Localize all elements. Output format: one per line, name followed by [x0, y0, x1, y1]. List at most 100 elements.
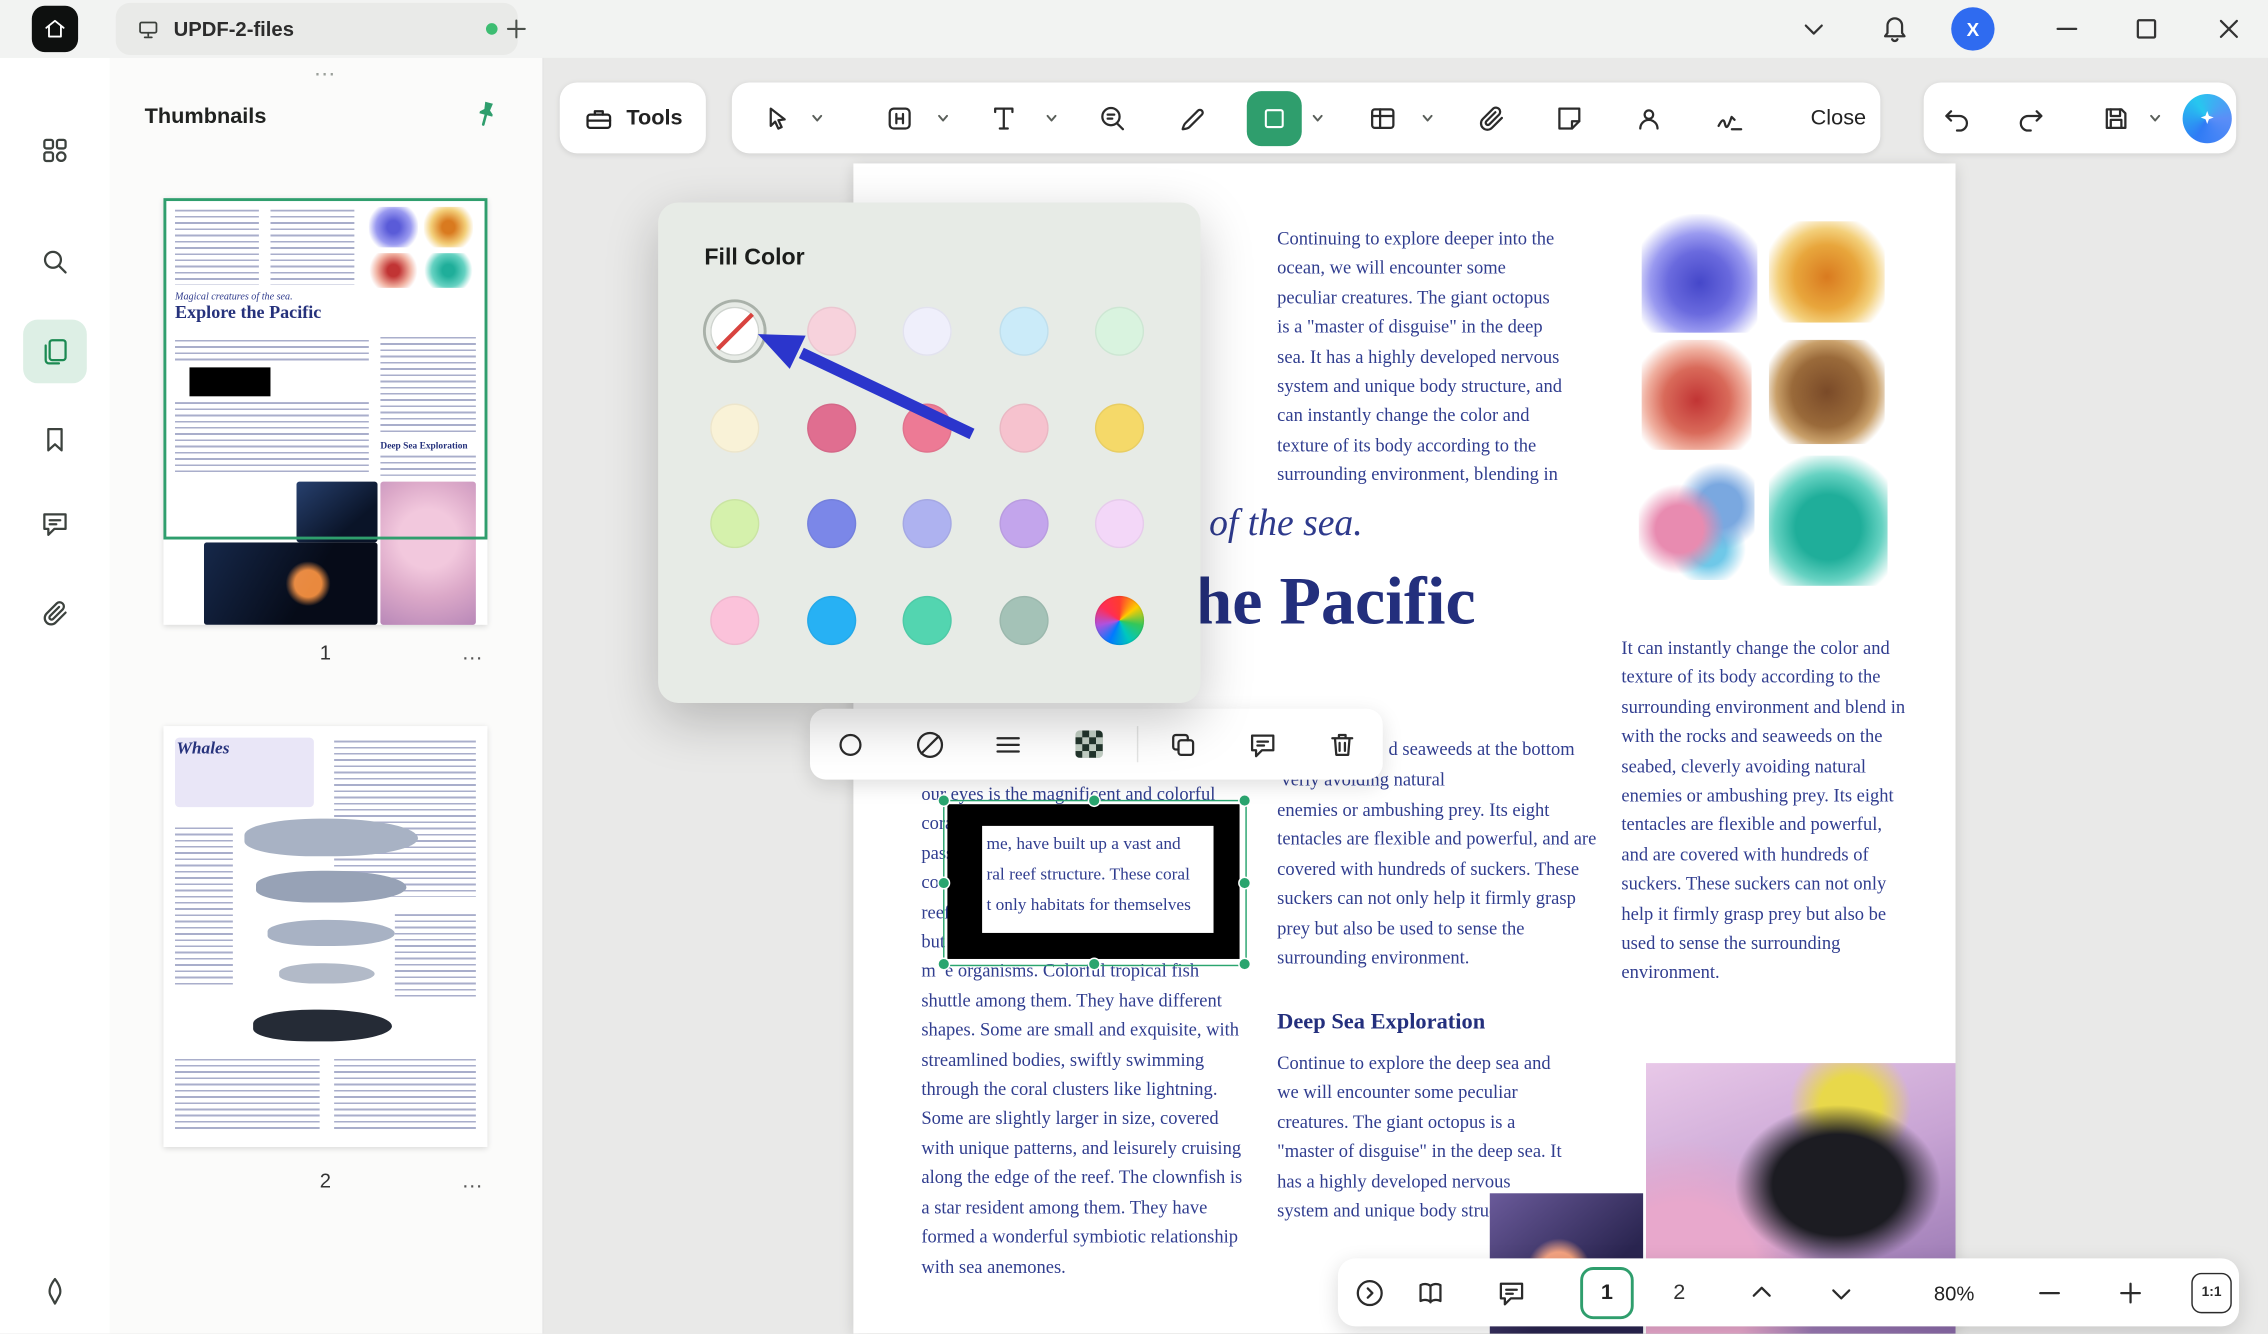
border-width-button[interactable]: [992, 709, 1024, 780]
signature-icon: [1714, 102, 1746, 134]
black-rectangle-shape[interactable]: me, have built up a vast and ral reef st…: [947, 804, 1239, 959]
tool-pen-annotate[interactable]: [1177, 82, 1209, 153]
sidebar-item-comments[interactable]: [23, 492, 87, 556]
resize-handle[interactable]: [1238, 877, 1251, 890]
swatch-rainbow[interactable]: [1095, 595, 1144, 644]
unsaved-dot: [486, 23, 498, 35]
resize-handle[interactable]: [1238, 794, 1251, 807]
tool-attachment[interactable]: [1475, 82, 1507, 153]
border-color-button[interactable]: [835, 709, 867, 780]
notifications-bell-icon[interactable]: [1879, 13, 1911, 45]
swatch-hot-pink[interactable]: [710, 595, 759, 644]
close-window-button[interactable]: [2213, 13, 2245, 45]
tool-table[interactable]: [1367, 82, 1399, 153]
swatch-mint[interactable]: [903, 595, 952, 644]
tool-sticker[interactable]: [1553, 82, 1585, 153]
sidebar-item-search[interactable]: [23, 230, 87, 294]
resize-handle[interactable]: [1088, 958, 1101, 971]
redo-button[interactable]: [2015, 82, 2047, 153]
next-page-number[interactable]: 2: [1673, 1258, 1685, 1326]
thumb-text-placeholder: [175, 827, 233, 986]
resize-handle[interactable]: [937, 958, 950, 971]
tool-shape-dropdown[interactable]: [1310, 82, 1326, 153]
zoom-in-button[interactable]: [2115, 1258, 2147, 1326]
add-comment-button[interactable]: [1247, 709, 1279, 780]
resize-handle[interactable]: [1088, 794, 1101, 807]
previous-page-button[interactable]: [1746, 1258, 1778, 1326]
selected-rectangle-annotation[interactable]: me, have built up a vast and ral reef st…: [943, 800, 1247, 966]
swatch-light-pink[interactable]: [806, 307, 855, 356]
next-page-button[interactable]: [1825, 1258, 1857, 1326]
page-number-2[interactable]: 2: [163, 1169, 487, 1192]
maximize-button[interactable]: [2131, 13, 2163, 45]
tool-text[interactable]: [988, 82, 1020, 153]
tool-edit[interactable]: [884, 82, 916, 153]
ai-assistant-button[interactable]: [2183, 82, 2232, 153]
page-number-1[interactable]: 1: [163, 641, 487, 664]
swatch-yellow-green[interactable]: [710, 499, 759, 548]
swatch-light-green[interactable]: [1095, 307, 1144, 356]
new-tab-button[interactable]: [502, 14, 531, 43]
tools-menu-button[interactable]: Tools: [560, 82, 706, 153]
swatch-cream[interactable]: [710, 403, 759, 452]
tool-select[interactable]: [761, 82, 793, 153]
tool-edit-dropdown[interactable]: [935, 82, 951, 153]
swatch-light-violet[interactable]: [1095, 499, 1144, 548]
tool-table-dropdown[interactable]: [1420, 82, 1436, 153]
delete-button[interactable]: [1326, 709, 1358, 780]
swatch-blue[interactable]: [806, 595, 855, 644]
actual-size-button[interactable]: 1:1: [2191, 1258, 2231, 1326]
save-button[interactable]: [2100, 82, 2132, 153]
sidebar-item-bookmarks[interactable]: [23, 408, 87, 472]
save-dropdown[interactable]: [2147, 82, 2163, 153]
swatch-light-blue[interactable]: [999, 307, 1048, 356]
swatch-purple[interactable]: [999, 499, 1048, 548]
sidebar-item-thumbnails[interactable]: [23, 320, 87, 384]
swatch-sage[interactable]: [999, 595, 1048, 644]
resize-handle[interactable]: [937, 794, 950, 807]
tool-signature[interactable]: [1714, 82, 1746, 153]
swatch-pink[interactable]: [903, 403, 952, 452]
swatch-lavender-white[interactable]: [903, 307, 952, 356]
swatch-yellow[interactable]: [1095, 403, 1144, 452]
opacity-button[interactable]: [1075, 709, 1102, 780]
page-1-more-button[interactable]: …: [461, 641, 484, 666]
page-thumbnail-2[interactable]: Whales: [163, 726, 487, 1147]
comments-toggle-button[interactable]: [1496, 1258, 1528, 1326]
line-width-icon: [992, 728, 1024, 760]
swatch-none[interactable]: [710, 307, 759, 356]
document-tab[interactable]: UPDF-2-files: [116, 3, 518, 55]
expand-panel-button[interactable]: [1354, 1258, 1386, 1326]
tool-select-dropdown[interactable]: [809, 82, 825, 153]
swatch-indigo[interactable]: [806, 499, 855, 548]
minimize-button[interactable]: [2051, 13, 2083, 45]
pin-panel-icon[interactable]: [467, 95, 506, 134]
tool-search-text[interactable]: [1096, 82, 1128, 153]
swatch-periwinkle[interactable]: [903, 499, 952, 548]
page-thumbnail-1[interactable]: Magical creatures of the sea. Explore th…: [163, 198, 487, 625]
resize-handle[interactable]: [937, 877, 950, 890]
fill-color-button[interactable]: [914, 709, 946, 780]
swatch-rose[interactable]: [806, 403, 855, 452]
reading-mode-button[interactable]: [1415, 1258, 1447, 1326]
duplicate-button[interactable]: [1167, 709, 1199, 780]
panel-drag-handle[interactable]: ⋯: [110, 61, 542, 87]
swatch-blush[interactable]: [999, 403, 1048, 452]
resize-handle[interactable]: [1238, 958, 1251, 971]
undo-button[interactable]: [1941, 82, 1973, 153]
tool-text-dropdown[interactable]: [1044, 82, 1060, 153]
zoom-out-button[interactable]: [2034, 1258, 2066, 1326]
sidebar-item-menu[interactable]: [23, 119, 87, 183]
current-page-indicator[interactable]: 1: [1580, 1258, 1634, 1326]
updf-logo[interactable]: [23, 1260, 87, 1324]
tool-shape[interactable]: [1247, 82, 1302, 153]
tabs-chevron-down-icon[interactable]: [1798, 13, 1830, 45]
close-button[interactable]: Close: [1811, 82, 1866, 153]
home-button[interactable]: [32, 6, 78, 52]
sidebar-item-attachments[interactable]: [23, 581, 87, 645]
tool-stamp[interactable]: [1633, 82, 1665, 153]
user-avatar[interactable]: X: [1951, 7, 1994, 50]
page-2-more-button[interactable]: …: [461, 1169, 484, 1194]
zoom-level[interactable]: 80%: [1934, 1258, 1975, 1326]
minus-icon: [2034, 1276, 2066, 1308]
